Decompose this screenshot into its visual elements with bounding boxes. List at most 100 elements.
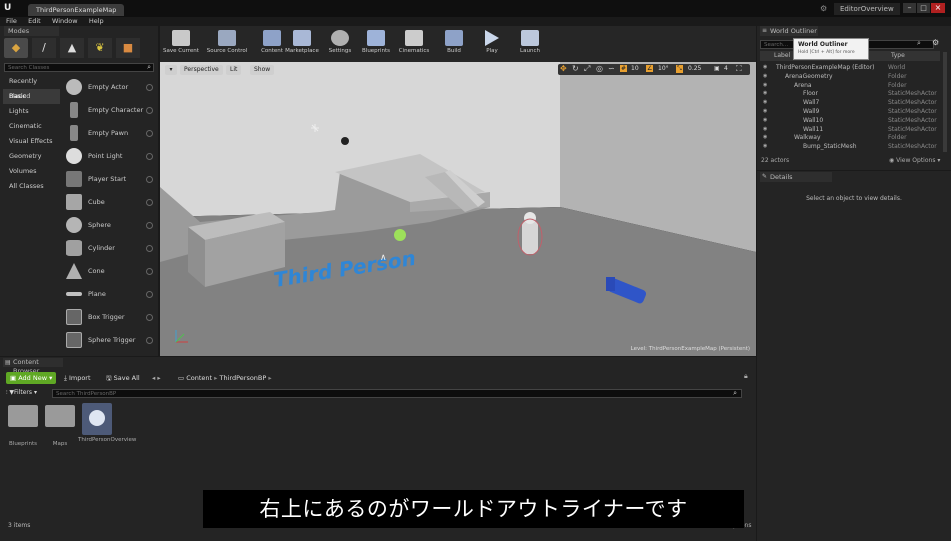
menu-edit[interactable]: Edit bbox=[28, 17, 41, 25]
perspective-button[interactable]: Perspective bbox=[180, 65, 223, 75]
column-label[interactable]: Label bbox=[774, 52, 790, 59]
help-icon[interactable] bbox=[146, 175, 153, 183]
visibility-eye-icon[interactable]: ◉ bbox=[763, 107, 767, 116]
category-all-classes[interactable]: All Classes bbox=[3, 179, 60, 194]
asset-search-input[interactable]: Search ThirdPersonBP ⌕ bbox=[52, 389, 742, 398]
visibility-eye-icon[interactable]: ◉ bbox=[763, 72, 767, 81]
marketplace-button[interactable]: Marketplace bbox=[284, 30, 320, 60]
lit-button[interactable]: Lit bbox=[226, 65, 242, 75]
place-item-cube[interactable]: Cube bbox=[62, 191, 157, 213]
breadcrumb-content[interactable]: Content bbox=[186, 374, 212, 382]
play-button[interactable]: Play bbox=[474, 30, 510, 60]
help-icon[interactable] bbox=[146, 244, 153, 252]
rotate-icon[interactable]: ↻ bbox=[572, 64, 579, 73]
outliner-row[interactable]: ◉ Arena Folder bbox=[760, 81, 938, 90]
grid-snap-icon[interactable]: # bbox=[620, 65, 628, 72]
category-basic[interactable]: Basic bbox=[3, 89, 60, 104]
menu-help[interactable]: Help bbox=[89, 17, 104, 25]
category-lights[interactable]: Lights bbox=[3, 104, 60, 119]
scale-snap-value[interactable]: 0.25 bbox=[688, 65, 701, 72]
category-recently-placed[interactable]: Recently Placed bbox=[3, 74, 60, 100]
outliner-row[interactable]: ◉ Wall9 StaticMeshActor bbox=[760, 107, 938, 116]
visibility-eye-icon[interactable]: ◉ bbox=[763, 81, 767, 90]
asset-thirdperson-overview[interactable] bbox=[82, 403, 112, 435]
world-outliner-tab[interactable]: ≡ World Outliner bbox=[760, 26, 818, 36]
help-icon[interactable] bbox=[146, 83, 153, 91]
save-current-button[interactable]: Save Current bbox=[163, 30, 199, 60]
menu-file[interactable]: File bbox=[6, 17, 17, 25]
help-icon[interactable] bbox=[146, 313, 153, 321]
category-visual-effects[interactable]: Visual Effects bbox=[3, 134, 60, 149]
outliner-row[interactable]: ◉ ThirdPersonExampleMap (Editor) World bbox=[760, 63, 938, 72]
scale-snap-icon[interactable]: ⤡ bbox=[676, 65, 683, 73]
source-control-icon[interactable]: ⚙ bbox=[820, 4, 827, 13]
build-button[interactable]: Build bbox=[436, 30, 472, 60]
save-all-button[interactable]: 🖫︎ Save All bbox=[106, 372, 140, 384]
breadcrumb-thirdpersonbp[interactable]: ThirdPersonBP bbox=[220, 374, 267, 382]
history-nav[interactable]: ◂ ▸ bbox=[152, 372, 161, 384]
visibility-eye-icon[interactable]: ◉ bbox=[763, 63, 767, 72]
rotation-snap-icon[interactable]: ∠ bbox=[646, 65, 654, 72]
level-viewport[interactable]: Third Person ∧ ▾ Perspective Lit Show ✥ … bbox=[160, 62, 756, 356]
geometry-mode-icon[interactable]: ■ bbox=[116, 38, 140, 58]
content-browser-tab[interactable]: ▤ Content Browser bbox=[3, 358, 63, 375]
outliner-row[interactable]: ◉ Walkway Folder bbox=[760, 133, 938, 142]
asset-folder-maps[interactable] bbox=[45, 405, 75, 427]
place-item-empty-actor[interactable]: Empty Actor bbox=[62, 76, 157, 98]
paint-mode-icon[interactable]: / bbox=[32, 38, 56, 58]
column-type[interactable]: Type bbox=[891, 52, 905, 59]
outliner-row[interactable]: ◉ Floor StaticMeshActor bbox=[760, 89, 938, 98]
help-icon[interactable] bbox=[146, 198, 153, 206]
filters-button[interactable]: ⫶ ▼Filters ▾ bbox=[6, 389, 37, 397]
minimize-button[interactable]: – bbox=[903, 3, 916, 13]
landscape-mode-icon[interactable]: ▲ bbox=[60, 38, 84, 58]
class-search-input[interactable]: Search Classes ⌕ bbox=[4, 63, 154, 72]
world-local-icon[interactable]: ◎ bbox=[596, 64, 603, 73]
place-item-empty-character[interactable]: Empty Character bbox=[62, 99, 157, 121]
outliner-row[interactable]: ◉ Wall10 StaticMeshActor bbox=[760, 116, 938, 125]
grid-snap-value[interactable]: 10 bbox=[631, 65, 639, 72]
surface-snap-icon[interactable]: ∽ bbox=[608, 64, 615, 73]
visibility-eye-icon[interactable]: ◉ bbox=[763, 98, 767, 107]
launch-button[interactable]: Launch bbox=[512, 30, 548, 60]
sky-sphere-icon[interactable] bbox=[341, 137, 349, 145]
place-item-empty-pawn[interactable]: Empty Pawn bbox=[62, 122, 157, 144]
help-icon[interactable] bbox=[146, 290, 153, 298]
place-mode-icon[interactable]: ◆ bbox=[4, 38, 28, 58]
visibility-eye-icon[interactable]: ◉ bbox=[763, 142, 767, 151]
help-icon[interactable] bbox=[146, 106, 153, 114]
outliner-row[interactable]: ◉ Wall11 StaticMeshActor bbox=[760, 125, 938, 134]
forward-arrow-icon[interactable]: ▸ bbox=[157, 374, 160, 382]
modes-tab[interactable]: Modes bbox=[4, 26, 59, 36]
outliner-settings-icon[interactable]: ⚙ bbox=[932, 38, 939, 47]
place-item-box-trigger[interactable]: Box Trigger bbox=[62, 306, 157, 328]
help-icon[interactable] bbox=[146, 336, 153, 344]
cinematics-button[interactable]: Cinematics bbox=[396, 30, 432, 60]
place-item-player-start[interactable]: Player Start bbox=[62, 168, 157, 190]
document-tab[interactable]: ThirdPersonExampleMap bbox=[28, 4, 125, 16]
category-geometry[interactable]: Geometry bbox=[3, 149, 60, 164]
place-item-cylinder[interactable]: Cylinder bbox=[62, 237, 157, 259]
place-item-sphere-trigger[interactable]: Sphere Trigger bbox=[62, 329, 157, 351]
show-button[interactable]: Show bbox=[250, 65, 275, 75]
category-cinematic[interactable]: Cinematic bbox=[3, 119, 60, 134]
back-arrow-icon[interactable]: ◂ bbox=[152, 374, 155, 382]
place-item-plane[interactable]: Plane bbox=[62, 283, 157, 305]
outliner-row[interactable]: ◉ Wall7 StaticMeshActor bbox=[760, 98, 938, 107]
visibility-eye-icon[interactable]: ◉ bbox=[763, 89, 767, 98]
outliner-row[interactable]: ◉ ArenaGeometry Folder bbox=[760, 72, 938, 81]
add-new-button[interactable]: ▣ Add New ▾ bbox=[6, 372, 56, 384]
rotation-snap-value[interactable]: 10° bbox=[658, 65, 669, 72]
help-icon[interactable] bbox=[146, 221, 153, 229]
camera-speed-icon[interactable]: ▣ bbox=[714, 65, 720, 72]
close-button[interactable]: × bbox=[931, 3, 945, 13]
outliner-view-options[interactable]: ◉ View Options ▾ bbox=[889, 157, 940, 164]
help-icon[interactable] bbox=[146, 267, 153, 275]
camera-speed-value[interactable]: 4 bbox=[724, 65, 728, 72]
import-button[interactable]: ⤓ Import bbox=[64, 372, 91, 384]
trigger-sphere[interactable] bbox=[394, 229, 406, 241]
viewport-options-button[interactable]: ▾ bbox=[165, 65, 177, 75]
visibility-eye-icon[interactable]: ◉ bbox=[763, 125, 767, 134]
outliner-scrollbar[interactable] bbox=[943, 52, 947, 152]
outliner-row[interactable]: ◉ Bump_StaticMesh StaticMeshActor bbox=[760, 142, 938, 151]
